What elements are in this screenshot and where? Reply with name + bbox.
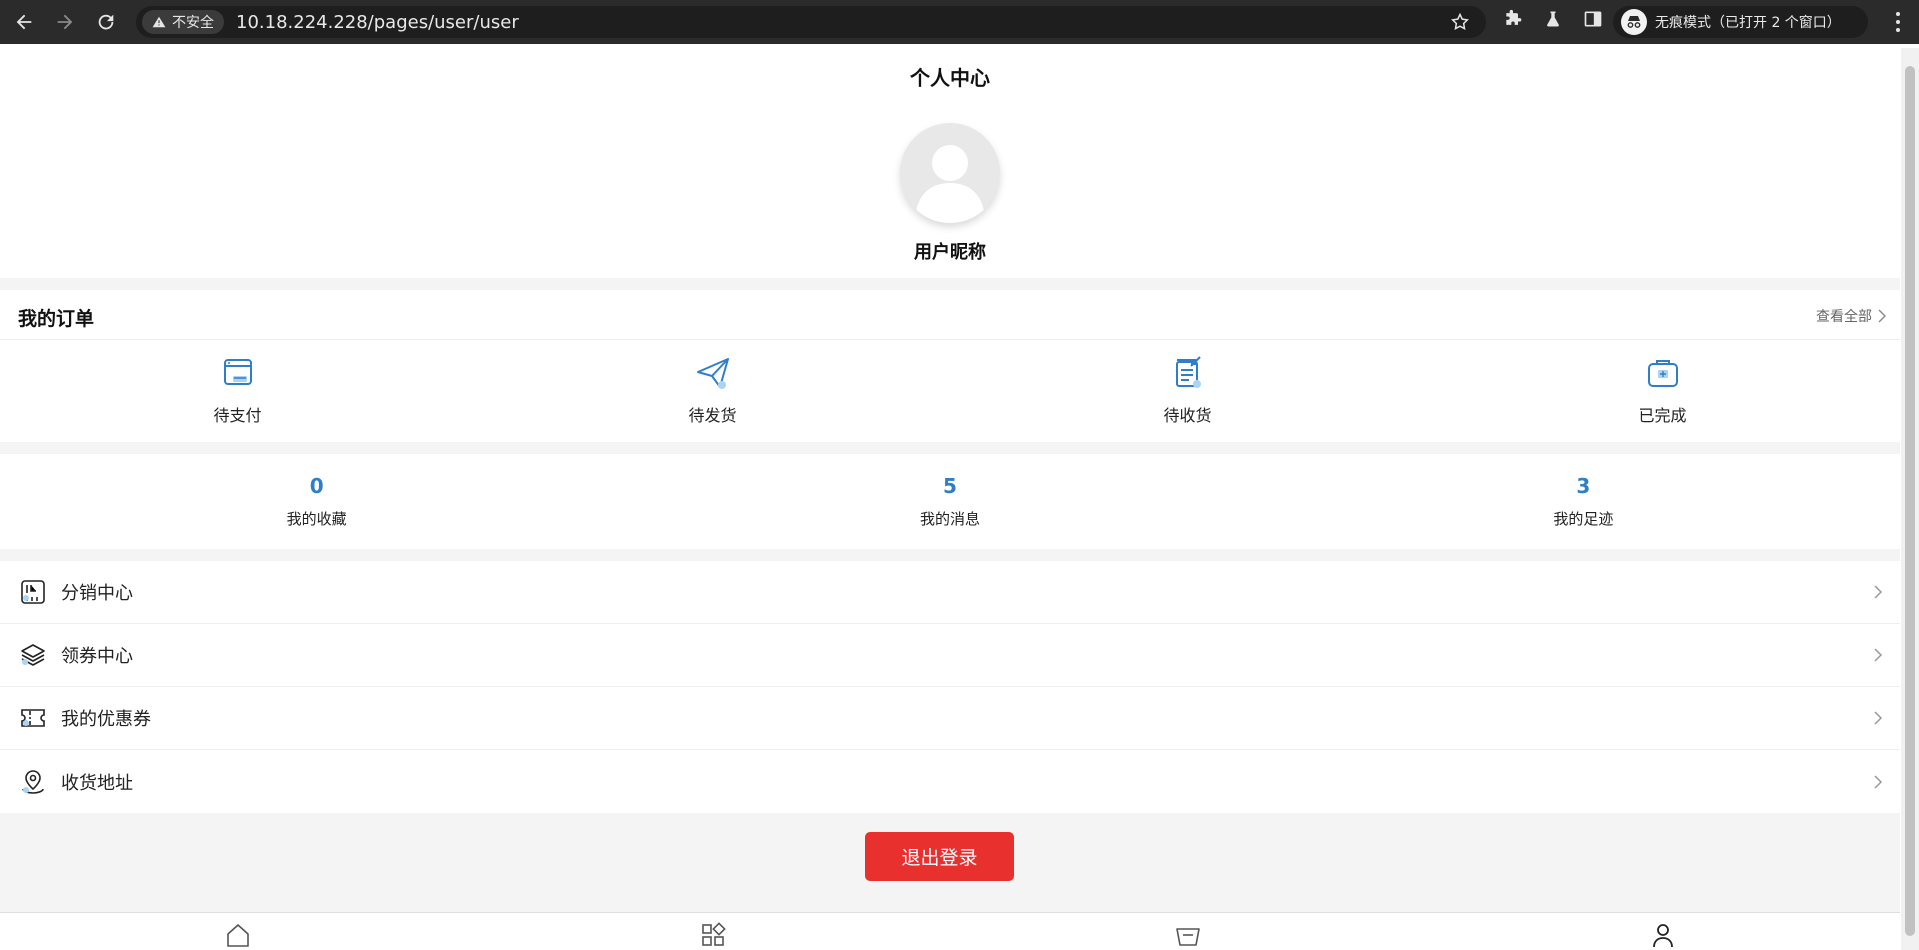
scrollbar-thumb[interactable]: [1905, 66, 1915, 936]
nickname: 用户昵称: [914, 242, 986, 263]
view-all-label: 查看全部: [1816, 309, 1872, 325]
stat-messages[interactable]: 5 我的消息: [633, 454, 1266, 549]
reload-button[interactable]: [89, 5, 123, 39]
completed-bag-icon: [1647, 360, 1678, 387]
order-item-label: 待收货: [1163, 406, 1212, 425]
chevron-right-icon: [1874, 648, 1883, 662]
forward-button[interactable]: [48, 5, 82, 39]
incognito-label: 无痕模式（已打开 2 个窗口）: [1655, 15, 1841, 31]
menu-item-distribution[interactable]: 分销中心: [0, 561, 1900, 624]
chevron-right-icon: [1878, 309, 1886, 323]
stat-footprints[interactable]: 3 我的足迹: [1267, 454, 1900, 549]
user-stats: 0 我的收藏 5 我的消息 3 我的足迹: [0, 454, 1900, 549]
chevron-right-icon: [1874, 585, 1883, 599]
menu-item-label: 我的优惠券: [61, 709, 151, 730]
side-panel-button[interactable]: [1580, 6, 1606, 32]
browser-toolbar: 不安全 10.18.224.228/pages/user/user 无痕模式（已…: [0, 0, 1919, 44]
stat-label: 我的消息: [919, 510, 980, 528]
stat-label: 我的收藏: [286, 510, 347, 528]
stat-value: 5: [943, 474, 957, 498]
flask-icon: [1547, 11, 1559, 27]
view-all-orders-link[interactable]: 查看全部: [1816, 306, 1886, 326]
ticket-icon: [21, 709, 45, 727]
stat-value: 0: [309, 474, 324, 498]
tab-cart[interactable]: [950, 913, 1425, 950]
order-item-pending-shipment[interactable]: 待发货: [475, 340, 950, 440]
basket-icon: [1175, 928, 1200, 946]
stat-label: 我的足迹: [1553, 510, 1614, 528]
order-item-label: 待支付: [213, 406, 262, 425]
incognito-icon: [1621, 9, 1647, 35]
avatar[interactable]: [900, 123, 1000, 223]
page-viewport: 个人中心 用户昵称 我的订单 查看全部 待支付 待发货 待收货 已完成 0 我的…: [0, 48, 1900, 950]
security-chip[interactable]: 不安全: [142, 10, 224, 34]
menu-item-label: 分销中心: [61, 583, 133, 604]
star-icon[interactable]: [1450, 12, 1470, 32]
user-silhouette-icon: [915, 145, 985, 223]
chevron-right-icon: [1874, 774, 1883, 789]
pending-payment-icon: [223, 359, 252, 385]
menu-item-address[interactable]: 收货地址: [0, 750, 1900, 813]
order-item-completed[interactable]: 已完成: [1425, 340, 1900, 440]
puzzle-icon: [1506, 9, 1522, 25]
page-title: 个人中心: [910, 66, 990, 90]
labs-button[interactable]: [1540, 6, 1566, 32]
tab-home[interactable]: [0, 913, 475, 950]
extensions-button[interactable]: [1500, 6, 1526, 32]
back-button[interactable]: [7, 5, 41, 39]
vertical-scrollbar[interactable]: [1901, 48, 1919, 950]
arrow-left-icon: [16, 14, 32, 30]
stat-value: 3: [1576, 474, 1591, 498]
menu-item-label: 收货地址: [61, 772, 133, 794]
address-bar[interactable]: 不安全 10.18.224.228/pages/user/user: [136, 6, 1486, 38]
profile-header: 个人中心 用户昵称: [0, 48, 1900, 278]
service-menu: 分销中心 领券中心 我的优惠券 收货地址: [0, 561, 1900, 813]
layers-icon: [21, 644, 45, 666]
order-item-pending-receipt[interactable]: 待收货: [950, 340, 1425, 440]
menu-item-coupon-center[interactable]: 领券中心: [0, 624, 1900, 687]
bottom-tab-bar: [0, 912, 1900, 950]
category-grid-icon: [701, 922, 726, 946]
chevron-right-icon: [1874, 711, 1883, 725]
paper-plane-icon: [696, 358, 729, 389]
orders-title: 我的订单: [18, 308, 95, 330]
warning-icon: [152, 16, 166, 28]
incognito-indicator[interactable]: 无痕模式（已打开 2 个窗口）: [1613, 6, 1868, 38]
order-item-label: 待发货: [688, 406, 737, 425]
menu-item-my-coupons[interactable]: 我的优惠券: [0, 687, 1900, 750]
order-item-label: 已完成: [1638, 406, 1687, 425]
stat-favorites[interactable]: 0 我的收藏: [0, 454, 633, 549]
side-panel-icon: [1584, 11, 1602, 27]
home-icon: [226, 924, 249, 947]
logout-button[interactable]: 退出登录: [865, 832, 1014, 881]
menu-item-label: 领券中心: [61, 646, 133, 667]
reload-icon: [98, 14, 114, 30]
document-icon: [1175, 356, 1201, 388]
order-status-list: 待支付 待发货 待收货 已完成: [0, 340, 1900, 440]
user-icon: [1652, 924, 1673, 948]
extensions-area: [1500, 6, 1606, 32]
security-label: 不安全: [172, 15, 214, 31]
url-text: 10.18.224.228/pages/user/user: [236, 11, 519, 33]
location-icon: [22, 769, 44, 794]
orders-header: 我的订单 查看全部: [0, 290, 1900, 340]
orders-section: 我的订单 查看全部 待支付 待发货 待收货 已完成: [0, 290, 1900, 442]
tab-profile[interactable]: [1425, 913, 1900, 950]
menu-kebab-icon[interactable]: [1895, 11, 1901, 33]
arrow-right-icon: [57, 14, 73, 30]
order-item-pending-payment[interactable]: 待支付: [0, 340, 475, 440]
distribution-icon: [21, 580, 45, 604]
tab-category[interactable]: [475, 913, 950, 950]
